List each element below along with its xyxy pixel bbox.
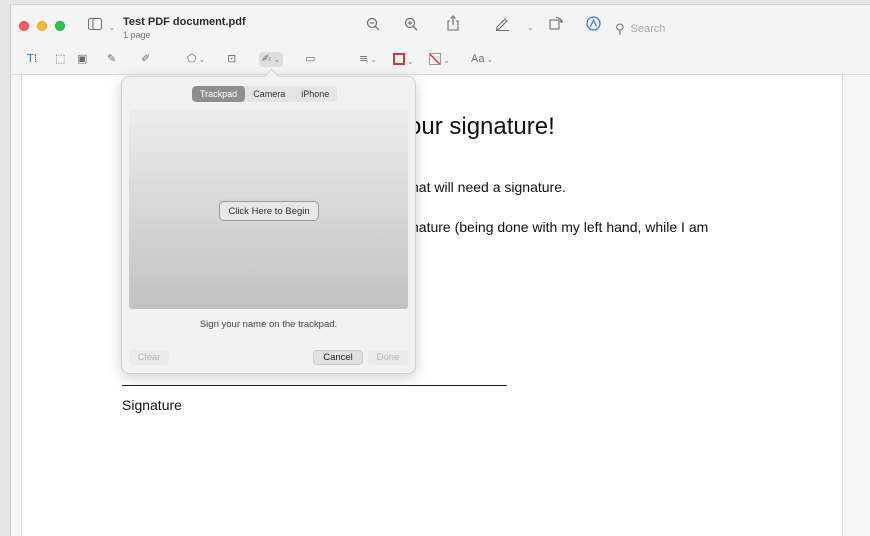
click-to-begin-button[interactable]: Click Here to Begin bbox=[219, 201, 319, 221]
rotate-button[interactable] bbox=[549, 16, 564, 34]
search-field[interactable]: ⚲ Search bbox=[615, 19, 870, 39]
page-text-line: hat will need a signature. bbox=[411, 179, 566, 195]
draw-tool[interactable]: ✐ bbox=[141, 53, 150, 65]
sketch-tool[interactable]: ✎ bbox=[107, 53, 116, 65]
document-title: Test PDF document.pdf bbox=[123, 16, 246, 28]
done-button[interactable]: Done bbox=[368, 350, 408, 365]
window-edge bbox=[852, 75, 870, 536]
text-cursor-icon: T⁞ bbox=[27, 52, 38, 65]
chevron-down-icon: ⌄ bbox=[407, 57, 414, 66]
note-tool[interactable]: ▭ bbox=[305, 53, 315, 65]
zoom-out-icon bbox=[366, 17, 380, 31]
cancel-button[interactable]: Cancel bbox=[313, 350, 363, 365]
signature-hint: Sign your name on the trackpad. bbox=[199, 319, 338, 330]
draw-icon: ✐ bbox=[141, 52, 151, 65]
border-color-swatch bbox=[393, 53, 405, 65]
dashed-rect-icon: ⬚ bbox=[55, 52, 66, 65]
chevron-down-icon: ⌄ bbox=[108, 23, 116, 32]
highlight-button[interactable] bbox=[495, 16, 510, 35]
border-color-tool[interactable]: ⌄ bbox=[393, 53, 414, 68]
zoom-in-button[interactable] bbox=[404, 17, 418, 35]
close-button[interactable] bbox=[19, 21, 29, 31]
chevron-down-icon: ⌄ bbox=[370, 55, 377, 64]
chevron-down-icon: ⌄ bbox=[273, 55, 280, 64]
signature-line bbox=[122, 385, 507, 386]
zoom-in-icon bbox=[404, 17, 418, 31]
clear-button[interactable]: Clear bbox=[129, 350, 169, 365]
sidebar-icon bbox=[88, 18, 102, 30]
zoom-out-button[interactable] bbox=[366, 17, 380, 35]
tab-trackpad[interactable]: Trackpad bbox=[192, 86, 246, 102]
zoom-button[interactable] bbox=[55, 21, 65, 31]
redact-icon: ▣ bbox=[77, 52, 88, 65]
sign-tool[interactable]: ✍ ⌄ bbox=[259, 52, 283, 67]
redact-tool[interactable]: ▣ bbox=[77, 53, 87, 65]
search-icon: ⚲ bbox=[615, 21, 625, 37]
fill-color-tool[interactable]: ⌄ bbox=[429, 53, 450, 67]
rectangular-selection-tool[interactable]: ⬚ bbox=[55, 53, 65, 65]
pen-icon bbox=[495, 18, 509, 31]
chevron-down-icon: ⌄ bbox=[486, 55, 494, 64]
text-style-label: Aa bbox=[471, 53, 485, 65]
signature-label: Signature bbox=[122, 397, 182, 413]
page-heading: our signature! bbox=[408, 113, 555, 140]
signature-trackpad-area[interactable]: Click Here to Begin bbox=[129, 110, 408, 309]
share-button[interactable] bbox=[447, 15, 459, 35]
shapes-tool[interactable]: ⬠ ⌄ bbox=[187, 53, 205, 66]
chevron-down-icon: ⌄ bbox=[443, 56, 450, 65]
text-selection-tool[interactable]: T⁞ bbox=[27, 53, 37, 65]
shapes-icon: ⬠ bbox=[187, 52, 197, 65]
shape-style-tool[interactable]: ≡ ⌄ bbox=[359, 53, 377, 66]
note-icon: ▭ bbox=[305, 52, 316, 65]
title-bar: ⌄ Test PDF document.pdf 1 page ⌄ ⚲ Searc… bbox=[11, 5, 870, 45]
sidebar-toggle-button[interactable]: ⌄ bbox=[88, 18, 115, 36]
chevron-down-icon: ⌄ bbox=[198, 55, 206, 64]
text-box-icon: ⊡ bbox=[227, 52, 237, 65]
sketch-icon: ✎ bbox=[107, 52, 117, 65]
markup-toolbar: T⁞ ⬚ ▣ ✎ ✐ ⬠ ⌄ ⊡ ✍ ⌄ ▭ ≡ ⌄ ⌄ ⌄ Aa ⌄ bbox=[11, 45, 870, 75]
markup-icon bbox=[586, 16, 601, 31]
tab-camera[interactable]: Camera bbox=[245, 86, 293, 102]
minimize-button[interactable] bbox=[37, 21, 47, 31]
share-icon bbox=[447, 15, 459, 31]
highlight-menu-button[interactable]: ⌄ bbox=[525, 18, 534, 36]
rotate-icon bbox=[549, 16, 564, 30]
chevron-down-icon: ⌄ bbox=[527, 23, 534, 32]
text-style-tool[interactable]: Aa ⌄ bbox=[471, 53, 493, 66]
signature-source-tabs: Trackpad Camera iPhone bbox=[192, 86, 338, 102]
page-count: 1 page bbox=[123, 30, 151, 40]
fill-color-swatch bbox=[429, 53, 441, 65]
markup-toolbar-button[interactable] bbox=[586, 16, 601, 35]
tab-iphone[interactable]: iPhone bbox=[293, 86, 337, 102]
lines-icon: ≡ bbox=[359, 52, 369, 65]
text-box-tool[interactable]: ⊡ bbox=[227, 53, 236, 65]
signature-popover: Trackpad Camera iPhone Click Here to Beg… bbox=[121, 68, 416, 374]
search-placeholder: Search bbox=[630, 23, 666, 35]
page-text-line: nature (being done with my left hand, wh… bbox=[411, 219, 709, 235]
signature-icon: ✍ bbox=[262, 52, 272, 65]
